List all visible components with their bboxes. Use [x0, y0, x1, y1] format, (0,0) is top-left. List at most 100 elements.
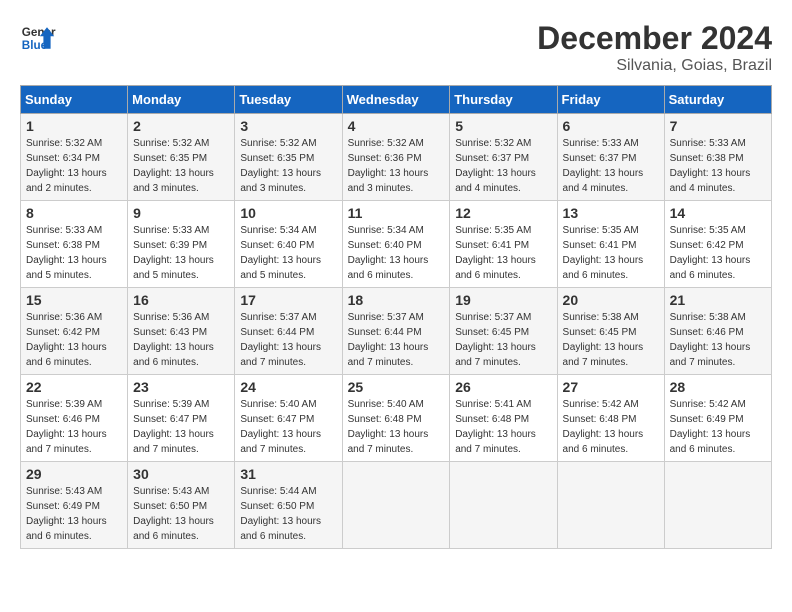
calendar-cell: 31 Sunrise: 5:44 AM Sunset: 6:50 PM Dayl… [235, 462, 342, 549]
cell-info: Sunrise: 5:37 AM Sunset: 6:44 PM Dayligh… [348, 310, 445, 370]
day-number: 10 [240, 205, 336, 221]
day-number: 23 [133, 379, 229, 395]
calendar-cell: 9 Sunrise: 5:33 AM Sunset: 6:39 PM Dayli… [128, 201, 235, 288]
cell-info: Sunrise: 5:32 AM Sunset: 6:35 PM Dayligh… [133, 136, 229, 196]
calendar-cell: 2 Sunrise: 5:32 AM Sunset: 6:35 PM Dayli… [128, 114, 235, 201]
title-area: December 2024 Silvania, Goias, Brazil [537, 20, 772, 75]
day-number: 25 [348, 379, 445, 395]
calendar-cell: 27 Sunrise: 5:42 AM Sunset: 6:48 PM Dayl… [557, 375, 664, 462]
cell-info: Sunrise: 5:43 AM Sunset: 6:49 PM Dayligh… [26, 484, 122, 544]
calendar-cell: 1 Sunrise: 5:32 AM Sunset: 6:34 PM Dayli… [21, 114, 128, 201]
calendar-cell: 30 Sunrise: 5:43 AM Sunset: 6:50 PM Dayl… [128, 462, 235, 549]
cell-info: Sunrise: 5:36 AM Sunset: 6:43 PM Dayligh… [133, 310, 229, 370]
cell-info: Sunrise: 5:34 AM Sunset: 6:40 PM Dayligh… [240, 223, 336, 283]
cell-info: Sunrise: 5:44 AM Sunset: 6:50 PM Dayligh… [240, 484, 336, 544]
calendar-cell: 23 Sunrise: 5:39 AM Sunset: 6:47 PM Dayl… [128, 375, 235, 462]
calendar-cell: 3 Sunrise: 5:32 AM Sunset: 6:35 PM Dayli… [235, 114, 342, 201]
calendar-cell: 25 Sunrise: 5:40 AM Sunset: 6:48 PM Dayl… [342, 375, 450, 462]
day-number: 28 [670, 379, 766, 395]
cell-info: Sunrise: 5:33 AM Sunset: 6:37 PM Dayligh… [563, 136, 659, 196]
logo-icon: General Blue [20, 20, 56, 56]
cell-info: Sunrise: 5:40 AM Sunset: 6:47 PM Dayligh… [240, 397, 336, 457]
day-number: 20 [563, 292, 659, 308]
day-number: 27 [563, 379, 659, 395]
calendar-cell: 28 Sunrise: 5:42 AM Sunset: 6:49 PM Dayl… [664, 375, 771, 462]
cell-info: Sunrise: 5:36 AM Sunset: 6:42 PM Dayligh… [26, 310, 122, 370]
calendar-cell: 24 Sunrise: 5:40 AM Sunset: 6:47 PM Dayl… [235, 375, 342, 462]
header: General Blue December 2024 Silvania, Goi… [20, 20, 772, 75]
cell-info: Sunrise: 5:39 AM Sunset: 6:47 PM Dayligh… [133, 397, 229, 457]
cell-info: Sunrise: 5:41 AM Sunset: 6:48 PM Dayligh… [455, 397, 551, 457]
day-number: 18 [348, 292, 445, 308]
calendar-cell: 18 Sunrise: 5:37 AM Sunset: 6:44 PM Dayl… [342, 288, 450, 375]
day-number: 21 [670, 292, 766, 308]
calendar-cell [342, 462, 450, 549]
weekday-header-friday: Friday [557, 86, 664, 114]
cell-info: Sunrise: 5:38 AM Sunset: 6:45 PM Dayligh… [563, 310, 659, 370]
week-row-2: 8 Sunrise: 5:33 AM Sunset: 6:38 PM Dayli… [21, 201, 772, 288]
cell-info: Sunrise: 5:33 AM Sunset: 6:39 PM Dayligh… [133, 223, 229, 283]
week-row-5: 29 Sunrise: 5:43 AM Sunset: 6:49 PM Dayl… [21, 462, 772, 549]
calendar: SundayMondayTuesdayWednesdayThursdayFrid… [20, 85, 772, 549]
cell-info: Sunrise: 5:42 AM Sunset: 6:49 PM Dayligh… [670, 397, 766, 457]
cell-info: Sunrise: 5:38 AM Sunset: 6:46 PM Dayligh… [670, 310, 766, 370]
day-number: 2 [133, 118, 229, 134]
calendar-cell: 16 Sunrise: 5:36 AM Sunset: 6:43 PM Dayl… [128, 288, 235, 375]
day-number: 17 [240, 292, 336, 308]
calendar-cell: 6 Sunrise: 5:33 AM Sunset: 6:37 PM Dayli… [557, 114, 664, 201]
cell-info: Sunrise: 5:39 AM Sunset: 6:46 PM Dayligh… [26, 397, 122, 457]
cell-info: Sunrise: 5:43 AM Sunset: 6:50 PM Dayligh… [133, 484, 229, 544]
weekday-header-row: SundayMondayTuesdayWednesdayThursdayFrid… [21, 86, 772, 114]
weekday-header-thursday: Thursday [450, 86, 557, 114]
day-number: 22 [26, 379, 122, 395]
calendar-cell: 20 Sunrise: 5:38 AM Sunset: 6:45 PM Dayl… [557, 288, 664, 375]
week-row-4: 22 Sunrise: 5:39 AM Sunset: 6:46 PM Dayl… [21, 375, 772, 462]
calendar-cell: 13 Sunrise: 5:35 AM Sunset: 6:41 PM Dayl… [557, 201, 664, 288]
day-number: 8 [26, 205, 122, 221]
day-number: 24 [240, 379, 336, 395]
week-row-1: 1 Sunrise: 5:32 AM Sunset: 6:34 PM Dayli… [21, 114, 772, 201]
calendar-cell: 26 Sunrise: 5:41 AM Sunset: 6:48 PM Dayl… [450, 375, 557, 462]
week-row-3: 15 Sunrise: 5:36 AM Sunset: 6:42 PM Dayl… [21, 288, 772, 375]
calendar-cell: 7 Sunrise: 5:33 AM Sunset: 6:38 PM Dayli… [664, 114, 771, 201]
cell-info: Sunrise: 5:33 AM Sunset: 6:38 PM Dayligh… [670, 136, 766, 196]
day-number: 29 [26, 466, 122, 482]
day-number: 26 [455, 379, 551, 395]
day-number: 16 [133, 292, 229, 308]
cell-info: Sunrise: 5:32 AM Sunset: 6:37 PM Dayligh… [455, 136, 551, 196]
calendar-cell: 21 Sunrise: 5:38 AM Sunset: 6:46 PM Dayl… [664, 288, 771, 375]
cell-info: Sunrise: 5:40 AM Sunset: 6:48 PM Dayligh… [348, 397, 445, 457]
weekday-header-sunday: Sunday [21, 86, 128, 114]
calendar-cell: 11 Sunrise: 5:34 AM Sunset: 6:40 PM Dayl… [342, 201, 450, 288]
calendar-cell: 29 Sunrise: 5:43 AM Sunset: 6:49 PM Dayl… [21, 462, 128, 549]
calendar-cell: 5 Sunrise: 5:32 AM Sunset: 6:37 PM Dayli… [450, 114, 557, 201]
cell-info: Sunrise: 5:35 AM Sunset: 6:42 PM Dayligh… [670, 223, 766, 283]
day-number: 30 [133, 466, 229, 482]
calendar-cell: 12 Sunrise: 5:35 AM Sunset: 6:41 PM Dayl… [450, 201, 557, 288]
calendar-cell [450, 462, 557, 549]
cell-info: Sunrise: 5:35 AM Sunset: 6:41 PM Dayligh… [455, 223, 551, 283]
cell-info: Sunrise: 5:35 AM Sunset: 6:41 PM Dayligh… [563, 223, 659, 283]
calendar-cell: 10 Sunrise: 5:34 AM Sunset: 6:40 PM Dayl… [235, 201, 342, 288]
weekday-header-monday: Monday [128, 86, 235, 114]
day-number: 7 [670, 118, 766, 134]
day-number: 9 [133, 205, 229, 221]
day-number: 19 [455, 292, 551, 308]
day-number: 12 [455, 205, 551, 221]
weekday-header-tuesday: Tuesday [235, 86, 342, 114]
logo: General Blue [20, 20, 56, 56]
weekday-header-wednesday: Wednesday [342, 86, 450, 114]
calendar-cell [664, 462, 771, 549]
location: Silvania, Goias, Brazil [537, 57, 772, 75]
cell-info: Sunrise: 5:33 AM Sunset: 6:38 PM Dayligh… [26, 223, 122, 283]
calendar-cell [557, 462, 664, 549]
day-number: 11 [348, 205, 445, 221]
cell-info: Sunrise: 5:32 AM Sunset: 6:34 PM Dayligh… [26, 136, 122, 196]
calendar-cell: 8 Sunrise: 5:33 AM Sunset: 6:38 PM Dayli… [21, 201, 128, 288]
cell-info: Sunrise: 5:42 AM Sunset: 6:48 PM Dayligh… [563, 397, 659, 457]
calendar-cell: 22 Sunrise: 5:39 AM Sunset: 6:46 PM Dayl… [21, 375, 128, 462]
calendar-cell: 17 Sunrise: 5:37 AM Sunset: 6:44 PM Dayl… [235, 288, 342, 375]
day-number: 3 [240, 118, 336, 134]
cell-info: Sunrise: 5:32 AM Sunset: 6:35 PM Dayligh… [240, 136, 336, 196]
calendar-cell: 4 Sunrise: 5:32 AM Sunset: 6:36 PM Dayli… [342, 114, 450, 201]
